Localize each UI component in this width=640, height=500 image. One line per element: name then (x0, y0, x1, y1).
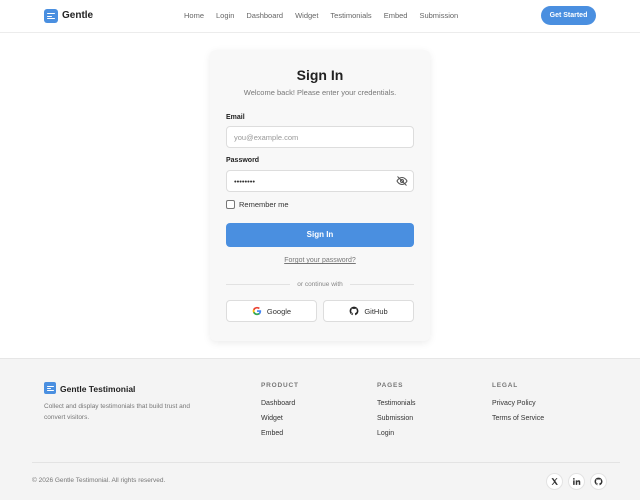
sign-in-button[interactable]: Sign In (226, 223, 414, 247)
footer-heading-product: PRODUCT (261, 382, 299, 389)
nav-submission[interactable]: Submission (419, 11, 458, 20)
divider-right (350, 284, 414, 285)
email-label: Email (226, 114, 245, 121)
footer-brand: Gentle Testimonial (60, 384, 136, 394)
github-icon (349, 306, 359, 316)
footer-divider (32, 462, 620, 463)
google-signin-button[interactable]: Google (226, 300, 317, 322)
footer-heading-pages: PAGES (377, 382, 404, 389)
footer-link-submission[interactable]: Submission (377, 415, 413, 422)
footer-link-privacy[interactable]: Privacy Policy (492, 400, 536, 407)
google-label: Google (266, 306, 292, 316)
footer-heading-legal: LEGAL (492, 382, 519, 389)
footer-link-login[interactable]: Login (377, 430, 394, 437)
password-field[interactable] (226, 170, 414, 192)
logo-icon[interactable] (44, 9, 58, 23)
footer-link-terms[interactable]: Terms of Service (492, 415, 544, 422)
github-label: GitHub (364, 306, 388, 316)
nav-embed[interactable]: Embed (384, 11, 408, 20)
signin-title: Sign In (296, 67, 344, 83)
footer-link-embed[interactable]: Embed (261, 430, 283, 437)
page: Gentle Home Login Dashboard Widget Testi… (0, 0, 640, 500)
footer-logo-icon (44, 382, 56, 394)
remember-me-label[interactable]: Remember me (239, 200, 289, 209)
nav-login[interactable]: Login (216, 11, 234, 20)
nav-widget[interactable]: Widget (295, 11, 318, 20)
footer-description: Collect and display testimonials that bu… (44, 403, 190, 421)
signin-subtitle: Welcome back! Please enter your credenti… (243, 88, 397, 97)
divider-left (226, 284, 290, 285)
footer-link-testimonials[interactable]: Testimonials (377, 400, 416, 407)
password-label: Password (226, 157, 260, 164)
get-started-button[interactable]: Get Started (541, 6, 596, 25)
remember-me-checkbox[interactable] (226, 200, 235, 209)
footer-link-dashboard[interactable]: Dashboard (261, 400, 295, 407)
divider-text: or continue with (297, 281, 343, 288)
google-icon (252, 306, 262, 316)
forgot-password-link[interactable]: Forgot your password? (0, 257, 640, 264)
top-navbar: Gentle Home Login Dashboard Widget Testi… (0, 0, 640, 33)
footer-link-widget[interactable]: Widget (261, 415, 283, 422)
main-nav: Home Login Dashboard Widget Testimonials… (184, 11, 470, 20)
x-icon[interactable] (546, 473, 563, 490)
github-signin-button[interactable]: GitHub (323, 300, 414, 322)
github-social-icon[interactable] (590, 473, 607, 490)
linkedin-icon[interactable] (568, 473, 585, 490)
copyright: © 2026 Gentle Testimonial. All rights re… (32, 477, 166, 484)
email-field[interactable] (226, 126, 414, 148)
nav-home[interactable]: Home (184, 11, 204, 20)
brand-name[interactable]: Gentle (62, 10, 93, 21)
nav-dashboard[interactable]: Dashboard (246, 11, 283, 20)
nav-testimonials[interactable]: Testimonials (330, 11, 371, 20)
toggle-password-visibility-icon[interactable] (396, 175, 408, 187)
